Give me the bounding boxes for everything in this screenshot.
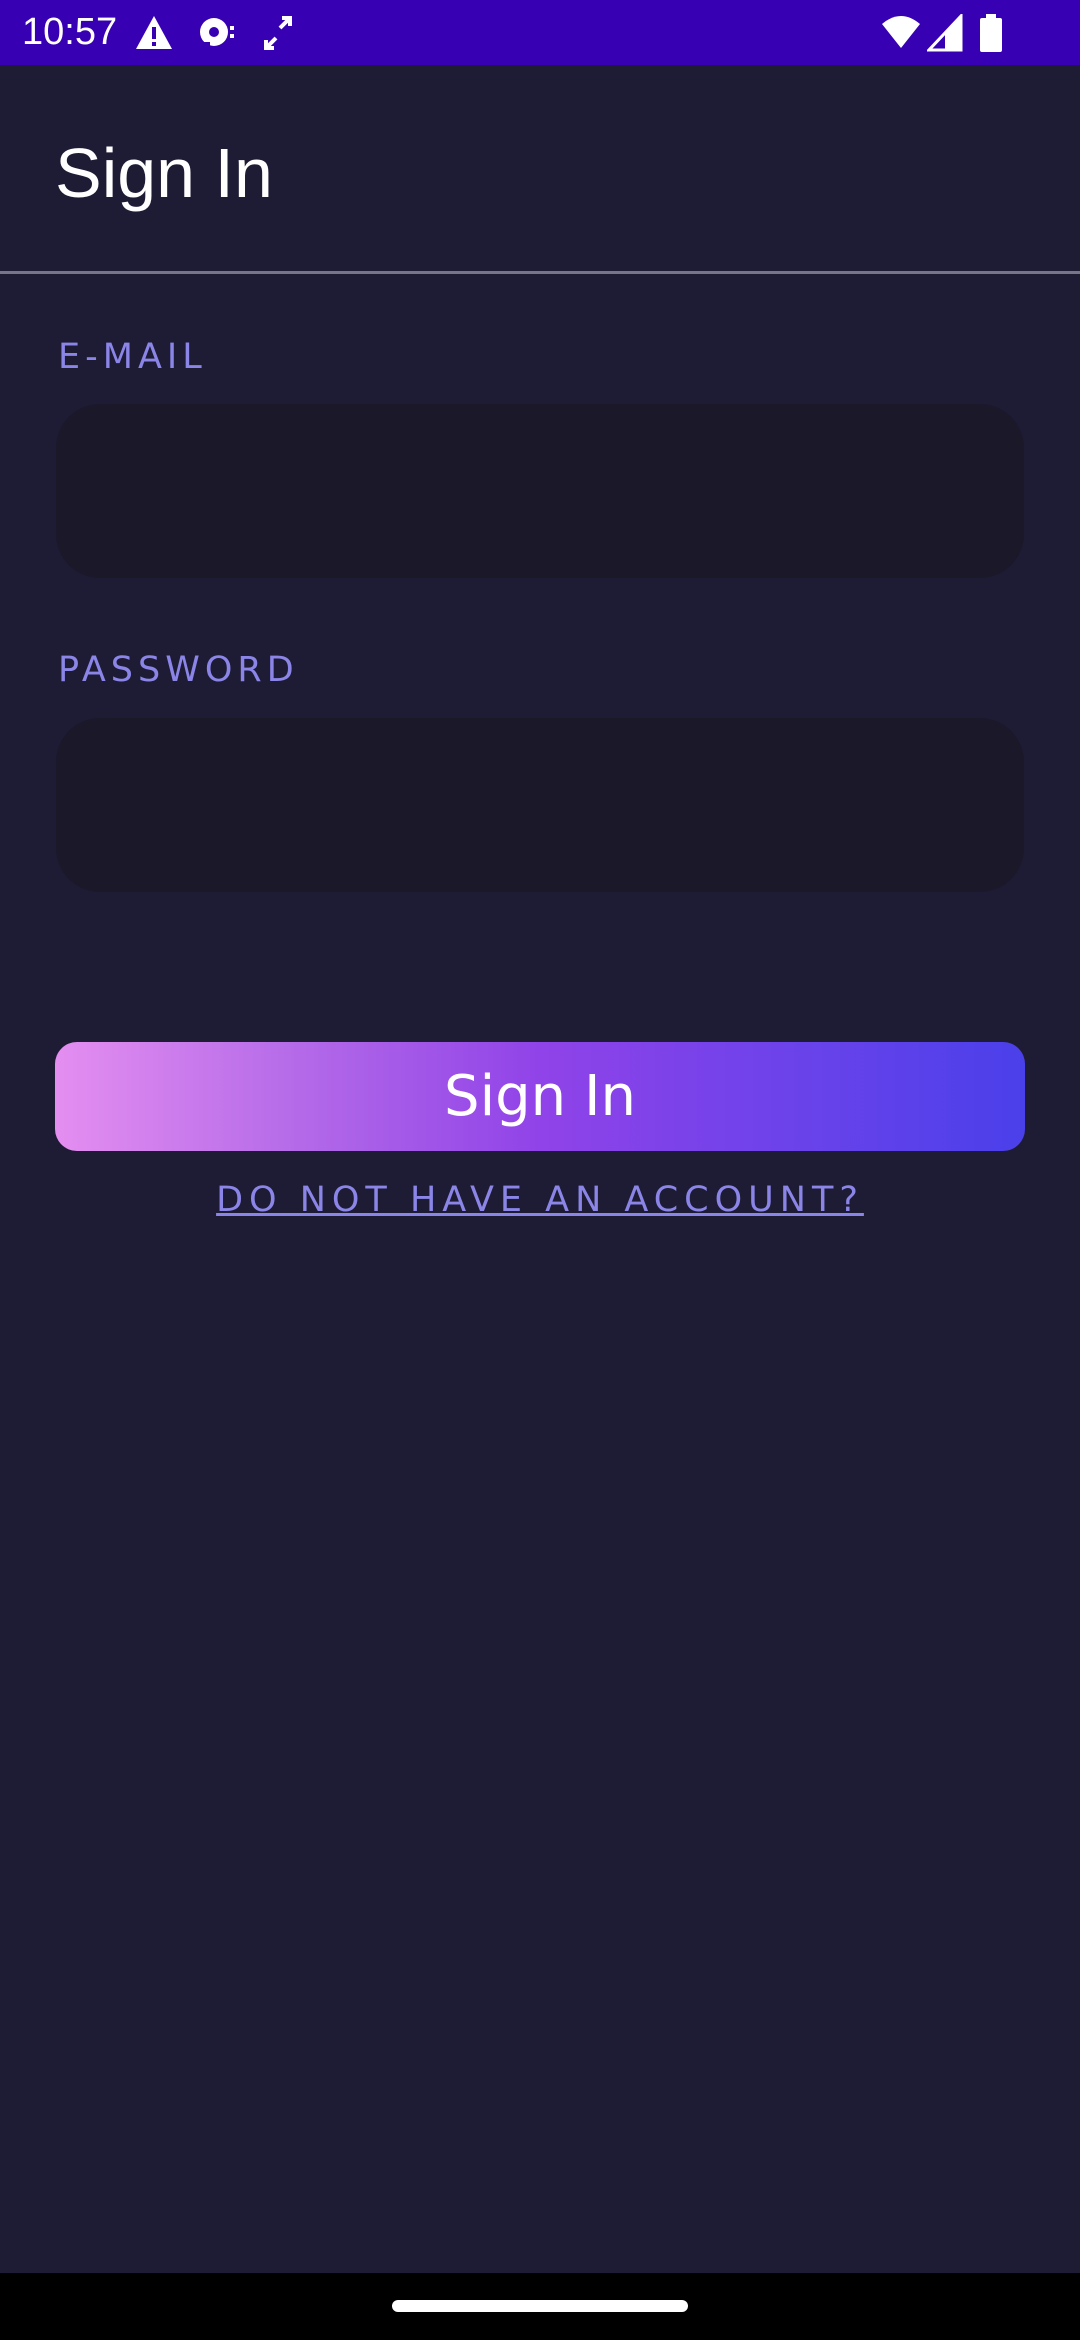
signal-icon <box>925 12 963 52</box>
email-label: E-MAIL <box>58 337 207 377</box>
password-field[interactable] <box>56 718 1024 892</box>
sign-in-screen: 10:57 Sign In E-MAIL PASSWORD Sign In DO… <box>0 0 1080 2340</box>
status-bar: 10:57 <box>0 0 1080 65</box>
app-bar: Sign In <box>0 65 1080 272</box>
app-bar-divider <box>0 271 1080 274</box>
page-title: Sign In <box>55 134 273 212</box>
wifi-icon <box>880 14 922 52</box>
warning-icon <box>134 14 174 52</box>
create-account-link[interactable]: DO NOT HAVE AN ACCOUNT? <box>0 1180 1080 1220</box>
sync-icon <box>196 14 236 52</box>
sign-in-button[interactable]: Sign In <box>55 1042 1025 1151</box>
arrows-icon <box>258 14 298 52</box>
password-label: PASSWORD <box>58 650 299 690</box>
home-gesture-handle[interactable] <box>392 2300 688 2312</box>
status-time: 10:57 <box>22 11 118 53</box>
email-field[interactable] <box>56 404 1024 578</box>
battery-icon <box>980 14 1002 52</box>
